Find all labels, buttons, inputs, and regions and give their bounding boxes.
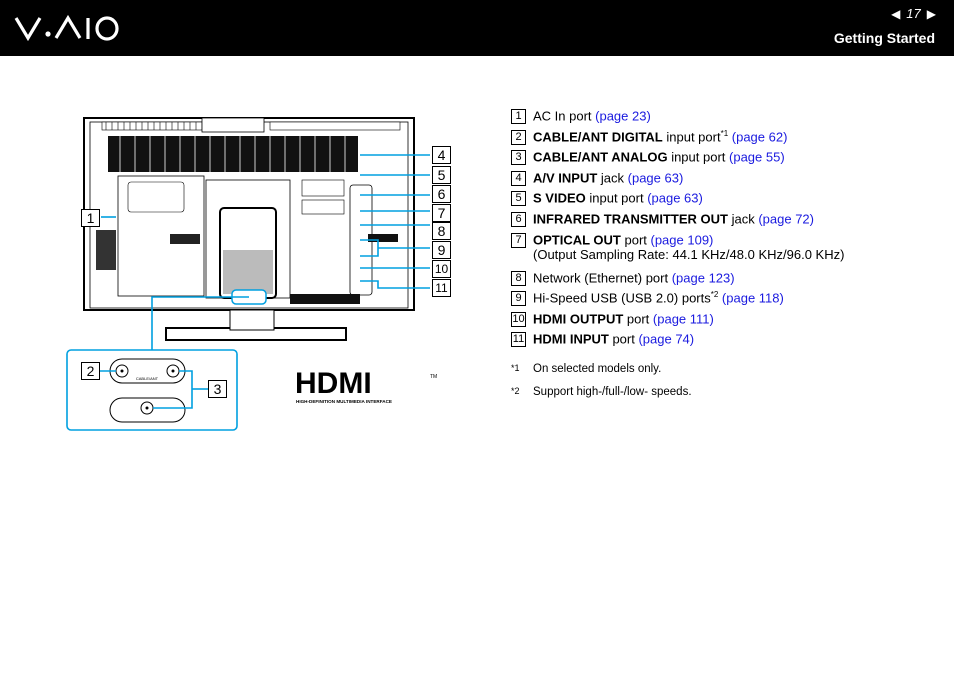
item-bold-label: OPTICAL OUT bbox=[533, 231, 621, 247]
port-list-item: 4 A/V INPUT jack (page 63) bbox=[511, 170, 844, 191]
item-description: port bbox=[620, 231, 651, 247]
item-text: HDMI OUTPUT port (page 111) bbox=[533, 311, 714, 326]
item-number: 10 bbox=[511, 311, 526, 327]
item-bold-label: CABLE/ANT ANALOG bbox=[533, 149, 668, 165]
callout-3: 3 bbox=[208, 380, 227, 398]
page-link[interactable]: (page 23) bbox=[595, 108, 651, 123]
hdmi-tm: TM bbox=[430, 374, 437, 380]
item-text: S VIDEO input port (page 63) bbox=[533, 190, 703, 206]
port-list-item: 3 CABLE/ANT ANALOG input port (page 55) bbox=[511, 149, 844, 170]
item-description: input port bbox=[667, 149, 730, 165]
page-link[interactable]: (page 62) bbox=[732, 129, 788, 144]
port-list-item: 9 Hi-Speed USB (USB 2.0) ports*2 (page 11… bbox=[511, 290, 844, 311]
callout-4: 4 bbox=[432, 146, 451, 164]
callout-5: 5 bbox=[432, 166, 451, 184]
rear-panel-diagram: CABLE/ANT HDMI TM HIGH-DEFINITION MULTIM… bbox=[66, 117, 437, 431]
item-bold-label: CABLE/ANT DIGITAL bbox=[533, 128, 663, 144]
item-footnote-ref: *1 bbox=[720, 128, 729, 138]
item-description: port bbox=[608, 331, 639, 347]
item-note: (Output Sampling Rate: 44.1 KHz/48.0 KHz… bbox=[533, 246, 845, 262]
callout-6: 6 bbox=[432, 185, 451, 203]
item-text: INFRARED TRANSMITTER OUT jack (page 72) bbox=[533, 211, 814, 226]
item-text: A/V INPUT jack (page 63) bbox=[533, 170, 683, 185]
port-list-item: 11 HDMI INPUT port (page 74) bbox=[511, 331, 844, 352]
item-text: Hi-Speed USB (USB 2.0) ports*2 (page 118… bbox=[533, 290, 784, 305]
vaio-logo bbox=[14, 14, 119, 42]
item-description: jack bbox=[728, 211, 759, 227]
page-number: 17 bbox=[906, 6, 921, 21]
item-number: 8 bbox=[511, 270, 526, 286]
port-list-item: 1 AC In port (page 23) bbox=[511, 108, 844, 129]
port-list-item: 2 CABLE/ANT DIGITAL input port*1 (page 62… bbox=[511, 129, 844, 150]
hdmi-tagline: HIGH-DEFINITION MULTIMEDIA INTERFACE bbox=[296, 399, 392, 404]
page-link[interactable]: (page 74) bbox=[638, 332, 694, 347]
item-number: 3 bbox=[511, 150, 526, 166]
item-bold-label: S VIDEO bbox=[533, 190, 586, 206]
item-text: CABLE/ANT ANALOG input port (page 55) bbox=[533, 149, 785, 165]
item-bold-label: A/V INPUT bbox=[533, 170, 598, 186]
item-description: input port bbox=[662, 128, 721, 144]
port-list-item: 7 OPTICAL OUT port (page 109) (Output Samp… bbox=[511, 232, 844, 270]
footnote-1: *1 On selected models only. bbox=[511, 363, 661, 375]
section-title: Getting Started bbox=[833, 30, 935, 46]
item-description: Hi-Speed USB (USB 2.0) ports bbox=[533, 290, 711, 306]
item-number: 11 bbox=[511, 332, 526, 348]
port-list: 1 AC In port (page 23) 2 CABLE/ANT DIGITAL … bbox=[511, 108, 844, 352]
page-link[interactable]: (page 118) bbox=[722, 290, 784, 305]
page-header: ◀ 17 ▶ Getting Started bbox=[0, 0, 954, 56]
item-description: input port bbox=[585, 190, 648, 206]
item-text: CABLE/ANT DIGITAL input port*1 (page 62) bbox=[533, 129, 787, 144]
footnote-2: *2 Support high-/full-/low- speeds. bbox=[511, 386, 692, 398]
page-navigation: ◀ 17 ▶ bbox=[891, 6, 936, 21]
item-text: HDMI INPUT port (page 74) bbox=[533, 331, 694, 347]
item-number: 6 bbox=[511, 211, 526, 227]
right-triangle-icon[interactable]: ▶ bbox=[927, 7, 936, 21]
footnote-text: Support high-/full-/low- speeds. bbox=[533, 386, 692, 398]
item-bold-label: INFRARED TRANSMITTER OUT bbox=[533, 211, 728, 227]
port-list-item: 8 Network (Ethernet) port (page 123) bbox=[511, 270, 844, 291]
item-number: 1 bbox=[511, 109, 526, 124]
footnote-text: On selected models only. bbox=[533, 363, 662, 375]
footnote-mark: *1 bbox=[511, 363, 520, 373]
item-number: 4 bbox=[511, 170, 526, 186]
item-description: port bbox=[623, 311, 653, 327]
page-link[interactable]: (page 55) bbox=[729, 150, 785, 165]
page-link[interactable]: (page 109) bbox=[651, 232, 714, 247]
item-footnote-ref: *2 bbox=[710, 290, 719, 300]
callout-7: 7 bbox=[432, 204, 451, 222]
item-description: AC In port bbox=[533, 108, 596, 124]
item-text: OPTICAL OUT port (page 109) (Output Sampl… bbox=[533, 232, 844, 262]
connector-label: CABLE/ANT bbox=[136, 376, 159, 381]
item-bold-label: HDMI OUTPUT bbox=[533, 311, 624, 327]
callout-9: 9 bbox=[432, 241, 451, 259]
item-description: jack bbox=[597, 170, 628, 186]
item-number: 5 bbox=[511, 191, 526, 207]
page-link[interactable]: (page 123) bbox=[672, 270, 735, 285]
page-link[interactable]: (page 63) bbox=[628, 170, 684, 185]
item-number: 9 bbox=[511, 291, 526, 307]
item-number: 7 bbox=[511, 232, 526, 248]
callout-1: 1 bbox=[81, 209, 100, 227]
callout-8: 8 bbox=[432, 222, 451, 240]
callout-10: 10 bbox=[432, 260, 451, 278]
page-link[interactable]: (page 72) bbox=[758, 211, 814, 226]
port-list-item: 10 HDMI OUTPUT port (page 111) bbox=[511, 311, 844, 332]
page-link[interactable]: (page 111) bbox=[653, 311, 714, 326]
port-list-item: 5 S VIDEO input port (page 63) bbox=[511, 190, 844, 211]
item-text: Network (Ethernet) port (page 123) bbox=[533, 270, 735, 285]
item-text: AC In port (page 23) bbox=[533, 108, 651, 123]
footnote-mark: *2 bbox=[511, 386, 520, 396]
item-number: 2 bbox=[511, 129, 526, 145]
left-triangle-icon[interactable]: ◀ bbox=[891, 7, 900, 21]
callout-2: 2 bbox=[81, 362, 100, 380]
callout-11: 11 bbox=[432, 279, 451, 297]
hdmi-logo: HDMI bbox=[295, 367, 372, 400]
item-bold-label: HDMI INPUT bbox=[533, 331, 609, 347]
port-list-item: 6 INFRARED TRANSMITTER OUT jack (page 72) bbox=[511, 211, 844, 232]
item-description: Network (Ethernet) port bbox=[533, 269, 672, 285]
page-link[interactable]: (page 63) bbox=[647, 191, 703, 206]
